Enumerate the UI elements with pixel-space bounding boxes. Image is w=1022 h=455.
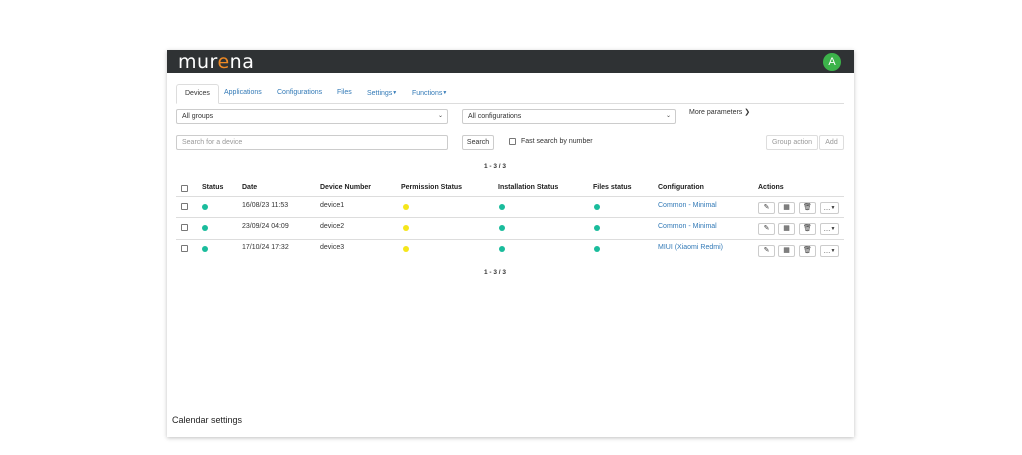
more-actions-button[interactable]: …▼ [820,223,839,235]
row-device-number[interactable]: device3 [320,244,344,251]
top-bar: murena A [167,50,854,73]
tab-files[interactable]: Files [337,84,352,104]
row-checkbox[interactable] [181,245,188,252]
more-actions-button[interactable]: …▼ [820,245,839,257]
row-configuration-link[interactable]: Common - Minimal [658,223,717,230]
permission-status-dot [403,204,409,210]
row-checkbox[interactable] [181,203,188,210]
qr-code-button[interactable]: ▦ [778,202,795,214]
more-icon: … [823,248,831,255]
murena-logo[interactable]: murena [178,51,254,73]
tab-applications[interactable]: Applications [224,84,262,104]
row-date: 23/09/24 04:09 [242,223,289,230]
edit-button[interactable]: ✎ [758,202,775,214]
caret-down-icon: ▼ [830,205,836,211]
chevron-down-icon: ❯ [744,109,751,116]
tab-settings[interactable]: Settings▼ [367,84,397,104]
pagination-top: 1 - 3 / 3 [484,163,507,170]
pencil-icon: ✎ [763,204,770,211]
permission-status-dot [403,225,409,231]
files-status-dot [594,246,600,252]
qr-code-icon: ▦ [783,204,790,211]
header-permission-status: Permission Status [401,184,463,191]
caret-down-icon: ▼ [830,248,836,254]
chevron-down-icon: ⌄ [665,113,671,119]
group-action-button[interactable]: Group action [766,135,818,150]
caret-down-icon: ▼ [830,226,836,232]
permission-status-dot [403,246,409,252]
calendar-settings-heading: Calendar settings [172,415,243,425]
caret-down-icon: ▼ [392,90,398,96]
header-device-number: Device Number [320,184,371,191]
qr-code-icon: ▦ [783,225,790,232]
app-window: murena A Devices Applications Configurat… [167,50,854,437]
divider [176,239,844,240]
more-parameters-toggle[interactable]: More parameters ❯ [689,108,750,116]
status-dot [202,204,208,210]
files-status-dot [594,204,600,210]
edit-button[interactable]: ✎ [758,223,775,235]
device-search-input[interactable]: Search for a device [176,135,448,150]
row-configuration-link[interactable]: MIUI (Xiaomi Redmi) [658,244,723,251]
status-dot [202,246,208,252]
row-checkbox[interactable] [181,224,188,231]
pencil-icon: ✎ [763,247,770,254]
tab-devices[interactable]: Devices [176,84,219,104]
installation-status-dot [499,204,505,210]
chevron-down-icon: ⌄ [437,113,443,119]
divider [176,217,844,218]
tab-functions[interactable]: Functions▼ [412,84,447,104]
pagination-bottom: 1 - 3 / 3 [484,269,507,276]
delete-button[interactable]: 🗑 [799,245,816,257]
header-installation-status: Installation Status [498,184,559,191]
header-files-status: Files status [593,184,632,191]
status-dot [202,225,208,231]
configuration-select[interactable]: All configurations ⌄ [462,109,676,124]
row-date: 17/10/24 17:32 [242,244,289,251]
user-avatar[interactable]: A [823,53,841,71]
qr-code-button[interactable]: ▦ [778,223,795,235]
qr-code-icon: ▦ [783,247,790,254]
delete-button[interactable]: 🗑 [799,223,816,235]
qr-code-button[interactable]: ▦ [778,245,795,257]
pencil-icon: ✎ [763,225,770,232]
divider [176,196,844,197]
row-date: 16/08/23 11:53 [242,202,289,209]
more-icon: … [823,226,831,233]
trash-icon: 🗑 [803,225,812,232]
files-status-dot [594,225,600,231]
trash-icon: 🗑 [803,247,812,254]
fast-search-label: Fast search by number [521,138,593,145]
row-device-number[interactable]: device2 [320,223,344,230]
row-configuration-link[interactable]: Common - Minimal [658,202,717,209]
installation-status-dot [499,225,505,231]
header-configuration: Configuration [658,184,704,191]
row-device-number[interactable]: device1 [320,202,344,209]
main-tabs: Devices Applications Configurations File… [176,84,844,104]
trash-icon: 🗑 [803,204,812,211]
edit-button[interactable]: ✎ [758,245,775,257]
more-icon: … [823,205,831,212]
caret-down-icon: ▼ [442,90,448,96]
header-actions: Actions [758,184,784,191]
header-status: Status [202,184,224,191]
more-actions-button[interactable]: …▼ [820,202,839,214]
delete-button[interactable]: 🗑 [799,202,816,214]
add-button[interactable]: Add [819,135,844,150]
fast-search-checkbox[interactable] [509,138,516,145]
group-select[interactable]: All groups ⌄ [176,109,448,124]
tab-configurations[interactable]: Configurations [277,84,322,104]
installation-status-dot [499,246,505,252]
search-button[interactable]: Search [462,135,494,150]
select-all-checkbox[interactable] [181,185,188,192]
header-date: Date [242,184,258,191]
